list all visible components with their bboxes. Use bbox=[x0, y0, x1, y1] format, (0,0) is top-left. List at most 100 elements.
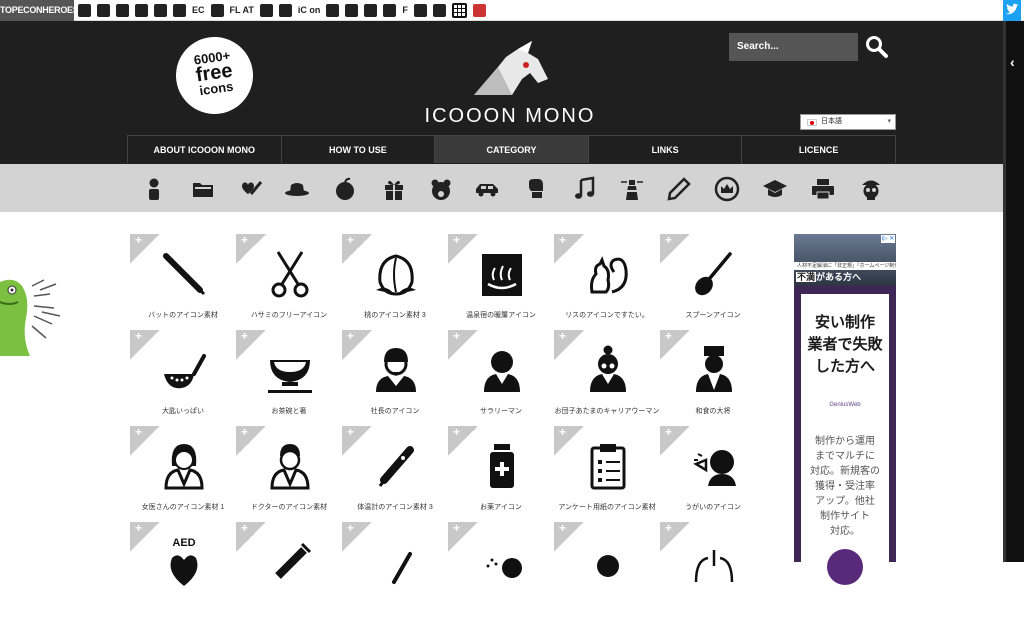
lighthouse-icon[interactable] bbox=[619, 176, 645, 202]
add-icon[interactable] bbox=[342, 329, 372, 360]
add-icon[interactable] bbox=[342, 233, 372, 264]
site-link-icon[interactable] bbox=[383, 4, 397, 17]
skull-pirate-icon[interactable] bbox=[858, 176, 884, 202]
add-icon[interactable] bbox=[448, 425, 478, 456]
search-input[interactable]: Search... bbox=[729, 33, 858, 61]
icon-card[interactable]: お薬アイコン bbox=[448, 425, 554, 522]
site-link-icon[interactable] bbox=[116, 4, 129, 17]
unicorn-logo-icon[interactable] bbox=[472, 39, 552, 97]
nav-links[interactable]: LINKS bbox=[588, 136, 743, 163]
crown-icon[interactable] bbox=[714, 176, 740, 202]
add-icon[interactable] bbox=[448, 329, 478, 360]
site-link-icon[interactable] bbox=[326, 4, 340, 17]
health-icon[interactable] bbox=[237, 176, 263, 202]
hat-icon[interactable] bbox=[284, 176, 310, 202]
printer-icon[interactable] bbox=[810, 176, 836, 202]
add-icon[interactable] bbox=[554, 233, 584, 264]
icon-card[interactable]: リスのアイコンですたい。 bbox=[554, 233, 660, 330]
add-icon[interactable] bbox=[660, 521, 690, 552]
nav-licence[interactable]: LICENCE bbox=[742, 136, 895, 163]
add-icon[interactable] bbox=[130, 521, 160, 552]
icon-card[interactable] bbox=[342, 521, 448, 618]
add-icon[interactable] bbox=[660, 233, 690, 264]
site-link-text[interactable]: iC on bbox=[298, 4, 321, 17]
nav-about[interactable]: ABOUT ICOOON MONO bbox=[128, 136, 282, 163]
bear-icon[interactable] bbox=[428, 176, 454, 202]
icon-card[interactable]: 社長のアイコン bbox=[342, 329, 448, 426]
icon-card[interactable]: 体温計のアイコン素材 3 bbox=[342, 425, 448, 522]
add-icon[interactable] bbox=[130, 425, 160, 456]
add-icon[interactable] bbox=[236, 521, 266, 552]
icon-card[interactable] bbox=[660, 521, 766, 618]
advertisement[interactable]: 人材不足解消に「非正規」「ホームページ制作会社」に 不満がある方へ i▷ ✕ 安… bbox=[794, 234, 896, 585]
site-link-icon[interactable] bbox=[135, 4, 148, 17]
icon-card[interactable]: AED bbox=[130, 521, 236, 618]
nav-category[interactable]: CATEGORY bbox=[435, 136, 589, 163]
site-link-text[interactable]: EC bbox=[192, 4, 205, 17]
add-icon[interactable] bbox=[554, 329, 584, 360]
icon-card[interactable]: サラリーマン bbox=[448, 329, 554, 426]
add-icon[interactable] bbox=[554, 521, 584, 552]
site-link-icon[interactable] bbox=[210, 4, 224, 17]
icon-card[interactable]: うがいのアイコン bbox=[660, 425, 766, 522]
icon-card[interactable]: バットのアイコン素材 bbox=[130, 233, 236, 330]
icon-card[interactable]: お団子あたまのキャリアウーマン bbox=[554, 329, 660, 426]
language-select[interactable]: 日本語 ▾ bbox=[800, 114, 896, 130]
site-title[interactable]: ICOOON MONO bbox=[420, 105, 600, 128]
icon-card[interactable]: 温泉宿の暖簾アイコン bbox=[448, 233, 554, 330]
music-note-icon[interactable] bbox=[572, 176, 598, 202]
site-link-icon[interactable] bbox=[472, 4, 486, 17]
graduation-cap-icon[interactable] bbox=[762, 176, 788, 202]
add-icon[interactable] bbox=[342, 521, 372, 552]
add-icon[interactable] bbox=[236, 329, 266, 360]
boxing-glove-icon[interactable] bbox=[523, 176, 549, 202]
site-link-text[interactable]: FL AT bbox=[230, 4, 254, 17]
icon-card[interactable] bbox=[236, 521, 342, 618]
site-link-icon[interactable] bbox=[345, 4, 359, 17]
site-link-icon[interactable] bbox=[278, 4, 292, 17]
icon-card[interactable]: お茶碗と箸 bbox=[236, 329, 342, 426]
add-icon[interactable] bbox=[236, 233, 266, 264]
icon-card[interactable]: 桃のアイコン素材 3 bbox=[342, 233, 448, 330]
person-icon[interactable] bbox=[141, 176, 167, 202]
icon-card[interactable]: スプーンアイコン bbox=[660, 233, 766, 330]
site-link-icon[interactable] bbox=[97, 4, 110, 17]
car-icon[interactable] bbox=[474, 176, 500, 202]
icon-card[interactable]: ハサミのフリーアイコン bbox=[236, 233, 342, 330]
add-icon[interactable] bbox=[448, 233, 478, 264]
twitter-icon[interactable] bbox=[1003, 0, 1021, 21]
icon-card[interactable]: アンケート用紙のアイコン素材 bbox=[554, 425, 660, 522]
icon-card[interactable] bbox=[554, 521, 660, 618]
icon-card[interactable]: 女医さんのアイコン素材 1 bbox=[130, 425, 236, 522]
site-link-icon[interactable] bbox=[78, 4, 91, 17]
add-icon[interactable] bbox=[448, 521, 478, 552]
icon-card[interactable]: 大匙いっぱい bbox=[130, 329, 236, 426]
add-icon[interactable] bbox=[130, 329, 160, 360]
gift-icon[interactable] bbox=[381, 176, 407, 202]
ad-choices-icon[interactable]: i▷ ✕ bbox=[881, 235, 895, 243]
site-link-text[interactable]: F bbox=[402, 4, 408, 17]
site-link-icon[interactable] bbox=[432, 4, 446, 17]
add-icon[interactable] bbox=[554, 425, 584, 456]
site-link-icon[interactable] bbox=[364, 4, 378, 17]
add-icon[interactable] bbox=[660, 425, 690, 456]
pencil-icon[interactable] bbox=[666, 176, 692, 202]
site-link-icon[interactable] bbox=[413, 4, 427, 17]
add-icon[interactable] bbox=[342, 425, 372, 456]
site-link-icon[interactable] bbox=[154, 4, 167, 17]
icon-card[interactable]: 和食の大将 bbox=[660, 329, 766, 426]
ad-cta-button[interactable] bbox=[827, 549, 863, 585]
chevron-left-icon[interactable]: ‹ bbox=[1010, 54, 1015, 70]
grid-icon[interactable] bbox=[451, 3, 467, 18]
site-link-icon[interactable] bbox=[173, 4, 186, 17]
add-icon[interactable] bbox=[130, 233, 160, 264]
add-icon[interactable] bbox=[660, 329, 690, 360]
apple-icon[interactable] bbox=[332, 176, 358, 202]
topeconheroes-brand[interactable]: TOPECONHEROES bbox=[0, 0, 79, 21]
add-icon[interactable] bbox=[236, 425, 266, 456]
folder-icon[interactable] bbox=[190, 176, 216, 202]
icon-card[interactable] bbox=[448, 521, 554, 618]
icon-card[interactable]: ドクターのアイコン素材 bbox=[236, 425, 342, 522]
search-icon[interactable] bbox=[865, 35, 889, 59]
site-link-icon[interactable] bbox=[259, 4, 273, 17]
